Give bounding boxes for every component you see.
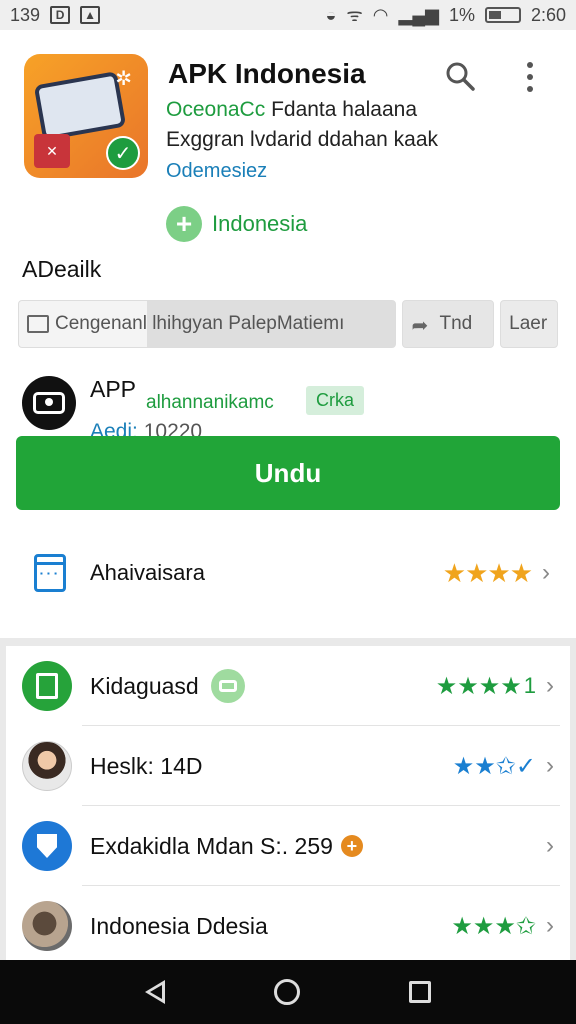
status-time-right: 2:60 <box>530 4 566 25</box>
rating-stars: ★★✩✓ <box>452 752 536 780</box>
rating-stars: ★★★★ <box>442 557 533 588</box>
camera-avatar <box>22 376 76 430</box>
plus-badge-icon: + <box>340 835 363 857</box>
feature-label: Ahaivaisara <box>90 560 205 585</box>
download-button[interactable]: Undu <box>16 436 560 510</box>
list-item[interactable]: Heslk: 14D ★★✩✓ › <box>6 726 570 806</box>
list-item-rating: ★★✩✓ › <box>453 752 554 781</box>
list-item[interactable]: Exdakidla Mdan S:. 259 + › <box>6 806 570 886</box>
notification-d-icon: D <box>50 6 71 24</box>
rating-stars: ★★★✩ <box>451 912 536 940</box>
more-dot-icon <box>527 74 533 80</box>
book-icon <box>22 661 72 711</box>
more-dot-icon <box>527 86 533 92</box>
section-title: ADeailk <box>22 256 102 282</box>
share-icon: ➦ <box>411 315 429 337</box>
app-description: Exggran lvdarid ddahan kaak <box>166 128 439 151</box>
avatar <box>22 741 72 791</box>
chip-category-label: Cengenanl lhihgyan PalepMatiemı <box>55 313 345 334</box>
chip-category[interactable]: Cengenanl lhihgyan PalepMatiemı <box>18 300 397 348</box>
region-button[interactable]: + Indonesia <box>166 204 307 244</box>
app-icon: ✲ ✕ ✓ <box>24 54 148 178</box>
more-options-button[interactable] <box>520 60 540 94</box>
calendar-icon <box>34 554 66 592</box>
shield-icon <box>22 821 72 871</box>
list-item[interactable]: Kidaguasd ★★★★ 1 › <box>6 646 570 726</box>
app-category[interactable]: Odemesiez <box>166 160 267 183</box>
brand-mark-icon: ✲ <box>115 68 132 90</box>
chip-share[interactable]: ➦ Tnd <box>402 300 495 348</box>
region-label: Indonesia <box>212 211 308 236</box>
more-dot-icon <box>527 62 533 68</box>
battery-percent: 1% <box>448 4 475 25</box>
app-title: APK Indonesia <box>168 58 366 89</box>
red-badge-icon: ✕ <box>34 134 70 168</box>
list-item-rating: › <box>536 832 554 860</box>
list-item-label: Indonesia Ddesia <box>90 912 268 939</box>
chevron-right-icon: › <box>546 752 554 779</box>
search-button[interactable] <box>444 60 476 92</box>
phone-graphic <box>33 71 127 141</box>
list-item-label: Exdakidla Mdan S:. 259 <box>90 832 333 859</box>
info-tagline: alhannanikamc <box>146 392 274 413</box>
search-icon <box>446 62 475 91</box>
list-item[interactable]: Indonesia Ddesia ★★★✩ › <box>6 886 570 966</box>
list-item-label: Heslk: 14D <box>90 752 203 779</box>
vibrate-icon: ᯤ <box>346 5 363 25</box>
developer-line: OceonaCc Fdanta halaana <box>166 98 417 122</box>
system-nav-bar <box>0 960 576 1024</box>
home-icon[interactable] <box>273 979 300 1005</box>
status-bar: 139 D ▲ ◒ ᯤ ◠ ▂▄▆ 1% 2:60 <box>0 0 576 30</box>
chevron-right-icon: › <box>546 672 554 699</box>
chevron-right-icon: › <box>546 912 554 939</box>
developer-suffix: Fdanta halaana <box>271 98 418 121</box>
back-icon[interactable] <box>144 980 165 1004</box>
list-item-rating: ★★★✩ › <box>451 912 554 941</box>
alarm-icon: ◒ <box>325 4 337 25</box>
battery-icon <box>484 7 521 23</box>
chip-share-label: Tnd <box>439 313 473 334</box>
info-label: APP <box>90 376 137 402</box>
recent-apps-icon[interactable] <box>409 981 432 1003</box>
add-icon: + <box>166 206 202 242</box>
list-item-label: Kidaguasd <box>90 672 199 699</box>
rating-number: 1 <box>523 673 536 698</box>
image-notification-icon: ▲ <box>80 6 101 24</box>
info-badge: Crka <box>306 386 365 415</box>
chevron-right-icon: › <box>542 559 550 586</box>
feature-row[interactable]: Ahaivaisara ★★★★ › <box>0 540 576 606</box>
action-chip-row: Cengenanl lhihgyan PalepMatiemı ➦ Tnd La… <box>18 300 558 352</box>
verified-check-icon: ✓ <box>106 136 140 170</box>
list-item-rating: ★★★★ 1 › <box>436 672 554 701</box>
camera-icon <box>33 392 65 414</box>
signal-icon: ▂▄▆ <box>398 4 439 25</box>
status-time-left: 139 <box>10 4 41 25</box>
folder-icon <box>27 315 49 333</box>
chip-more-label: Laer <box>509 313 548 334</box>
developer-link[interactable]: OceonaCc <box>166 98 265 121</box>
chevron-right-icon: › <box>546 832 554 859</box>
chat-badge-icon <box>210 669 245 703</box>
wifi-icon: ◠ <box>372 4 389 25</box>
app-list-card: Kidaguasd ★★★★ 1 › Heslk: 14D ★★✩✓ › Exd… <box>6 646 570 960</box>
rating-stars: ★★★★ <box>435 672 522 700</box>
avatar <box>22 901 72 951</box>
chip-more[interactable]: Laer <box>500 300 558 348</box>
